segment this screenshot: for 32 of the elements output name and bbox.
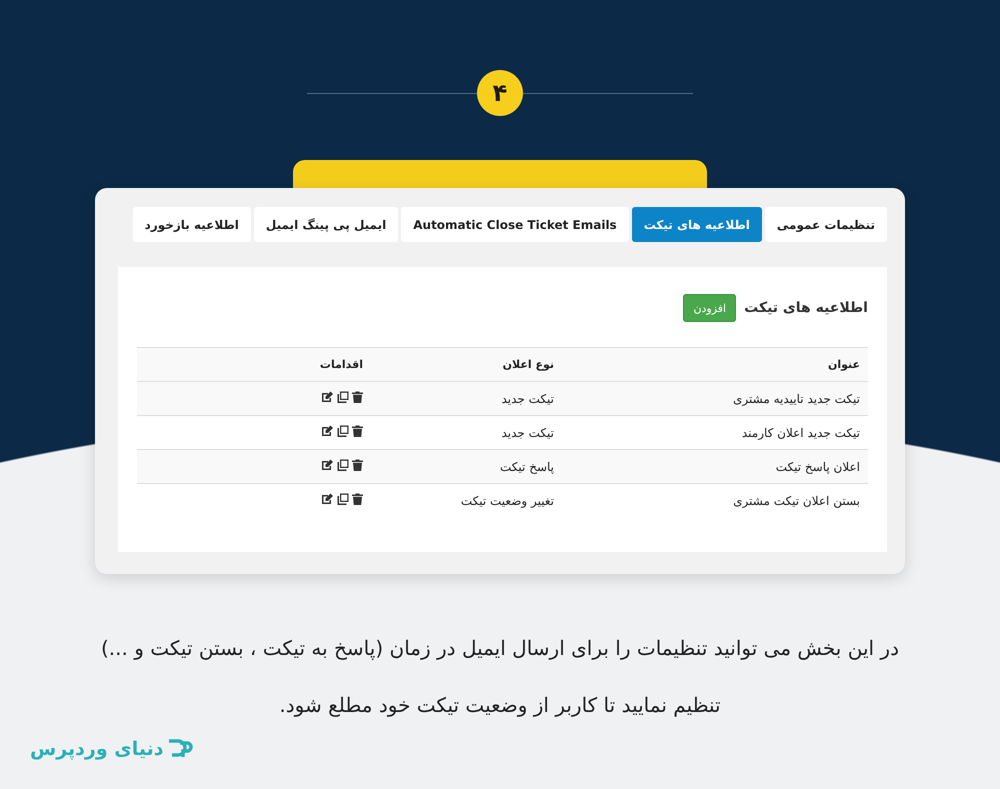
table-cell: اعلان پاسخ تیکت <box>562 450 868 484</box>
step-number-badge: ۴ <box>477 70 523 116</box>
column-header: نوع اعلان <box>371 348 562 382</box>
table-cell: تیکت جدید <box>371 416 562 450</box>
copy-icon[interactable] <box>337 391 349 403</box>
table-cell: تیکت جدید <box>371 382 562 416</box>
trash-icon[interactable] <box>352 493 363 505</box>
table-cell: تیکت جدید اعلان کارمند <box>562 416 868 450</box>
edit-icon[interactable] <box>321 425 334 437</box>
trash-icon[interactable] <box>352 391 363 403</box>
settings-tab[interactable]: اطلاعیه بازخورد <box>132 207 251 242</box>
settings-tab[interactable]: Automatic Close Ticket Emails <box>401 207 629 242</box>
settings-tab[interactable]: ایمیل پی پینگ ایمیل <box>254 207 398 242</box>
trash-icon[interactable] <box>352 425 363 437</box>
logo-text: دنیای وردپرس <box>30 738 164 760</box>
edit-icon[interactable] <box>321 391 334 403</box>
table-cell: پاسخ تیکت <box>371 450 562 484</box>
trash-icon[interactable] <box>352 459 363 471</box>
copy-icon[interactable] <box>337 459 349 471</box>
settings-tab[interactable]: اطلاعیه های تیکت <box>632 207 762 242</box>
edit-icon[interactable] <box>321 459 334 471</box>
column-header: اقدامات <box>137 348 371 382</box>
column-header: عنوان <box>562 348 868 382</box>
copy-icon[interactable] <box>337 493 349 505</box>
table-cell: تیکت جدید تاییدیه مشتری <box>562 382 868 416</box>
copy-icon[interactable] <box>337 425 349 437</box>
edit-icon[interactable] <box>321 493 334 505</box>
caption-text: در این بخش می توانید تنظیمات را برای ارسال ایمیل در زمان (پاسخ به تیکت ، بستن تیکت و ...) <box>101 636 899 661</box>
section-title: اطلاعیه های تیکت <box>744 300 868 316</box>
logo-icon <box>167 739 194 759</box>
settings-tab[interactable]: تنظیمات عمومی <box>764 207 887 242</box>
caption-text: تنظیم نمایید تا کاربر از وضعیت تیکت خود مطلع شود. <box>278 693 722 718</box>
